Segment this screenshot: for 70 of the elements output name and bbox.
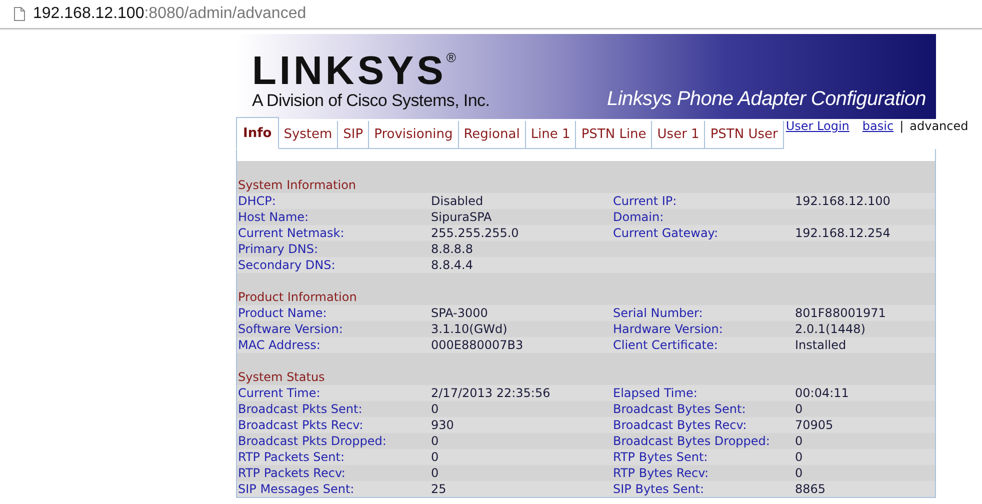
field-value: 801F88001971	[795, 306, 886, 320]
field-label: Serial Number:	[613, 306, 703, 320]
address-bar[interactable]: 192.168.12.100:8080/admin/advanced	[0, 0, 982, 29]
field-label: Domain:	[613, 210, 664, 224]
separator: |	[900, 119, 904, 133]
field-label: Current Netmask:	[238, 226, 346, 240]
field-label: Primary DNS:	[238, 242, 320, 256]
field-value: 192.168.12.254	[795, 226, 890, 240]
field-value: 0	[795, 402, 803, 416]
field-label: Current Time:	[238, 386, 322, 400]
section-title: Product Information	[238, 290, 357, 304]
field-value: 8.8.8.8	[431, 242, 473, 256]
field-label: Host Name:	[238, 210, 310, 224]
field-value: 3.1.10(GWd)	[431, 322, 508, 336]
field-label: MAC Address:	[238, 338, 322, 352]
field-label: RTP Bytes Recv:	[613, 466, 709, 480]
field-value: 0	[795, 450, 803, 464]
field-value: 25	[431, 482, 446, 496]
field-label: Broadcast Pkts Sent:	[238, 402, 364, 416]
field-value: 000E880007B3	[431, 338, 524, 352]
field-value: 0	[431, 434, 439, 448]
field-label: Broadcast Pkts Dropped:	[238, 434, 388, 448]
field-value: SPA-3000	[431, 306, 488, 320]
field-value: 8865	[795, 482, 826, 496]
mode-link[interactable]: basic	[862, 119, 894, 133]
section-title: System Information	[238, 178, 356, 192]
field-value: 0	[795, 434, 803, 448]
field-label: RTP Packets Recv:	[238, 466, 346, 480]
field-value: 192.168.12.100	[795, 194, 890, 208]
field-label: DHCP:	[238, 194, 277, 208]
field-value: 0	[431, 450, 439, 464]
field-label: RTP Bytes Sent:	[613, 450, 708, 464]
logo: LINKSYS$^{®}$	[252, 51, 460, 91]
field-value: 930	[431, 418, 454, 432]
mode-link[interactable]: advanced	[910, 119, 968, 133]
field-label: Hardware Version:	[613, 322, 723, 336]
field-label: Current IP:	[613, 194, 677, 208]
mode-link[interactable]: User Login	[786, 119, 850, 133]
field-label: Software Version:	[238, 322, 344, 336]
section-title: System Status	[238, 370, 325, 384]
field-value: SipuraSPA	[431, 210, 492, 224]
page-title: Linksys Phone Adapter Configuration	[607, 88, 926, 111]
field-value: 70905	[795, 418, 834, 432]
field-value: 00:04:11	[795, 386, 849, 400]
field-value: 2.0.1(1448)	[795, 322, 866, 336]
field-value: 0	[431, 466, 439, 480]
field-label: Product Name:	[238, 306, 328, 320]
field-value: Installed	[795, 338, 846, 352]
field-value: 255.255.255.0	[431, 226, 519, 240]
field-value: 2/17/2013 22:35:56	[431, 386, 550, 400]
field-label: Client Certificate:	[613, 338, 718, 352]
field-label: Broadcast Bytes Recv:	[613, 418, 747, 432]
field-value: 0	[431, 402, 439, 416]
field-label: Broadcast Bytes Dropped:	[613, 434, 770, 448]
url-text: 192.168.12.100:8080/admin/advanced	[33, 5, 306, 23]
field-label: SIP Messages Sent:	[238, 482, 356, 496]
field-label: Broadcast Bytes Sent:	[613, 402, 746, 416]
field-label: Broadcast Pkts Recv:	[238, 418, 364, 432]
page-icon	[14, 7, 25, 21]
field-label: Current Gateway:	[613, 226, 718, 240]
field-label: RTP Packets Sent:	[238, 450, 346, 464]
field-label: SIP Bytes Sent:	[613, 482, 704, 496]
field-label: Elapsed Time:	[613, 386, 698, 400]
tab[interactable]: Regional	[458, 121, 526, 148]
tab[interactable]: Info	[236, 117, 279, 149]
field-value: Disabled	[431, 194, 484, 208]
tagline: A Division of Cisco Systems, Inc.	[252, 91, 490, 111]
field-label: Secondary DNS:	[238, 258, 336, 272]
field-value: 8.8.4.4	[431, 258, 473, 272]
field-value: 0	[795, 466, 803, 480]
